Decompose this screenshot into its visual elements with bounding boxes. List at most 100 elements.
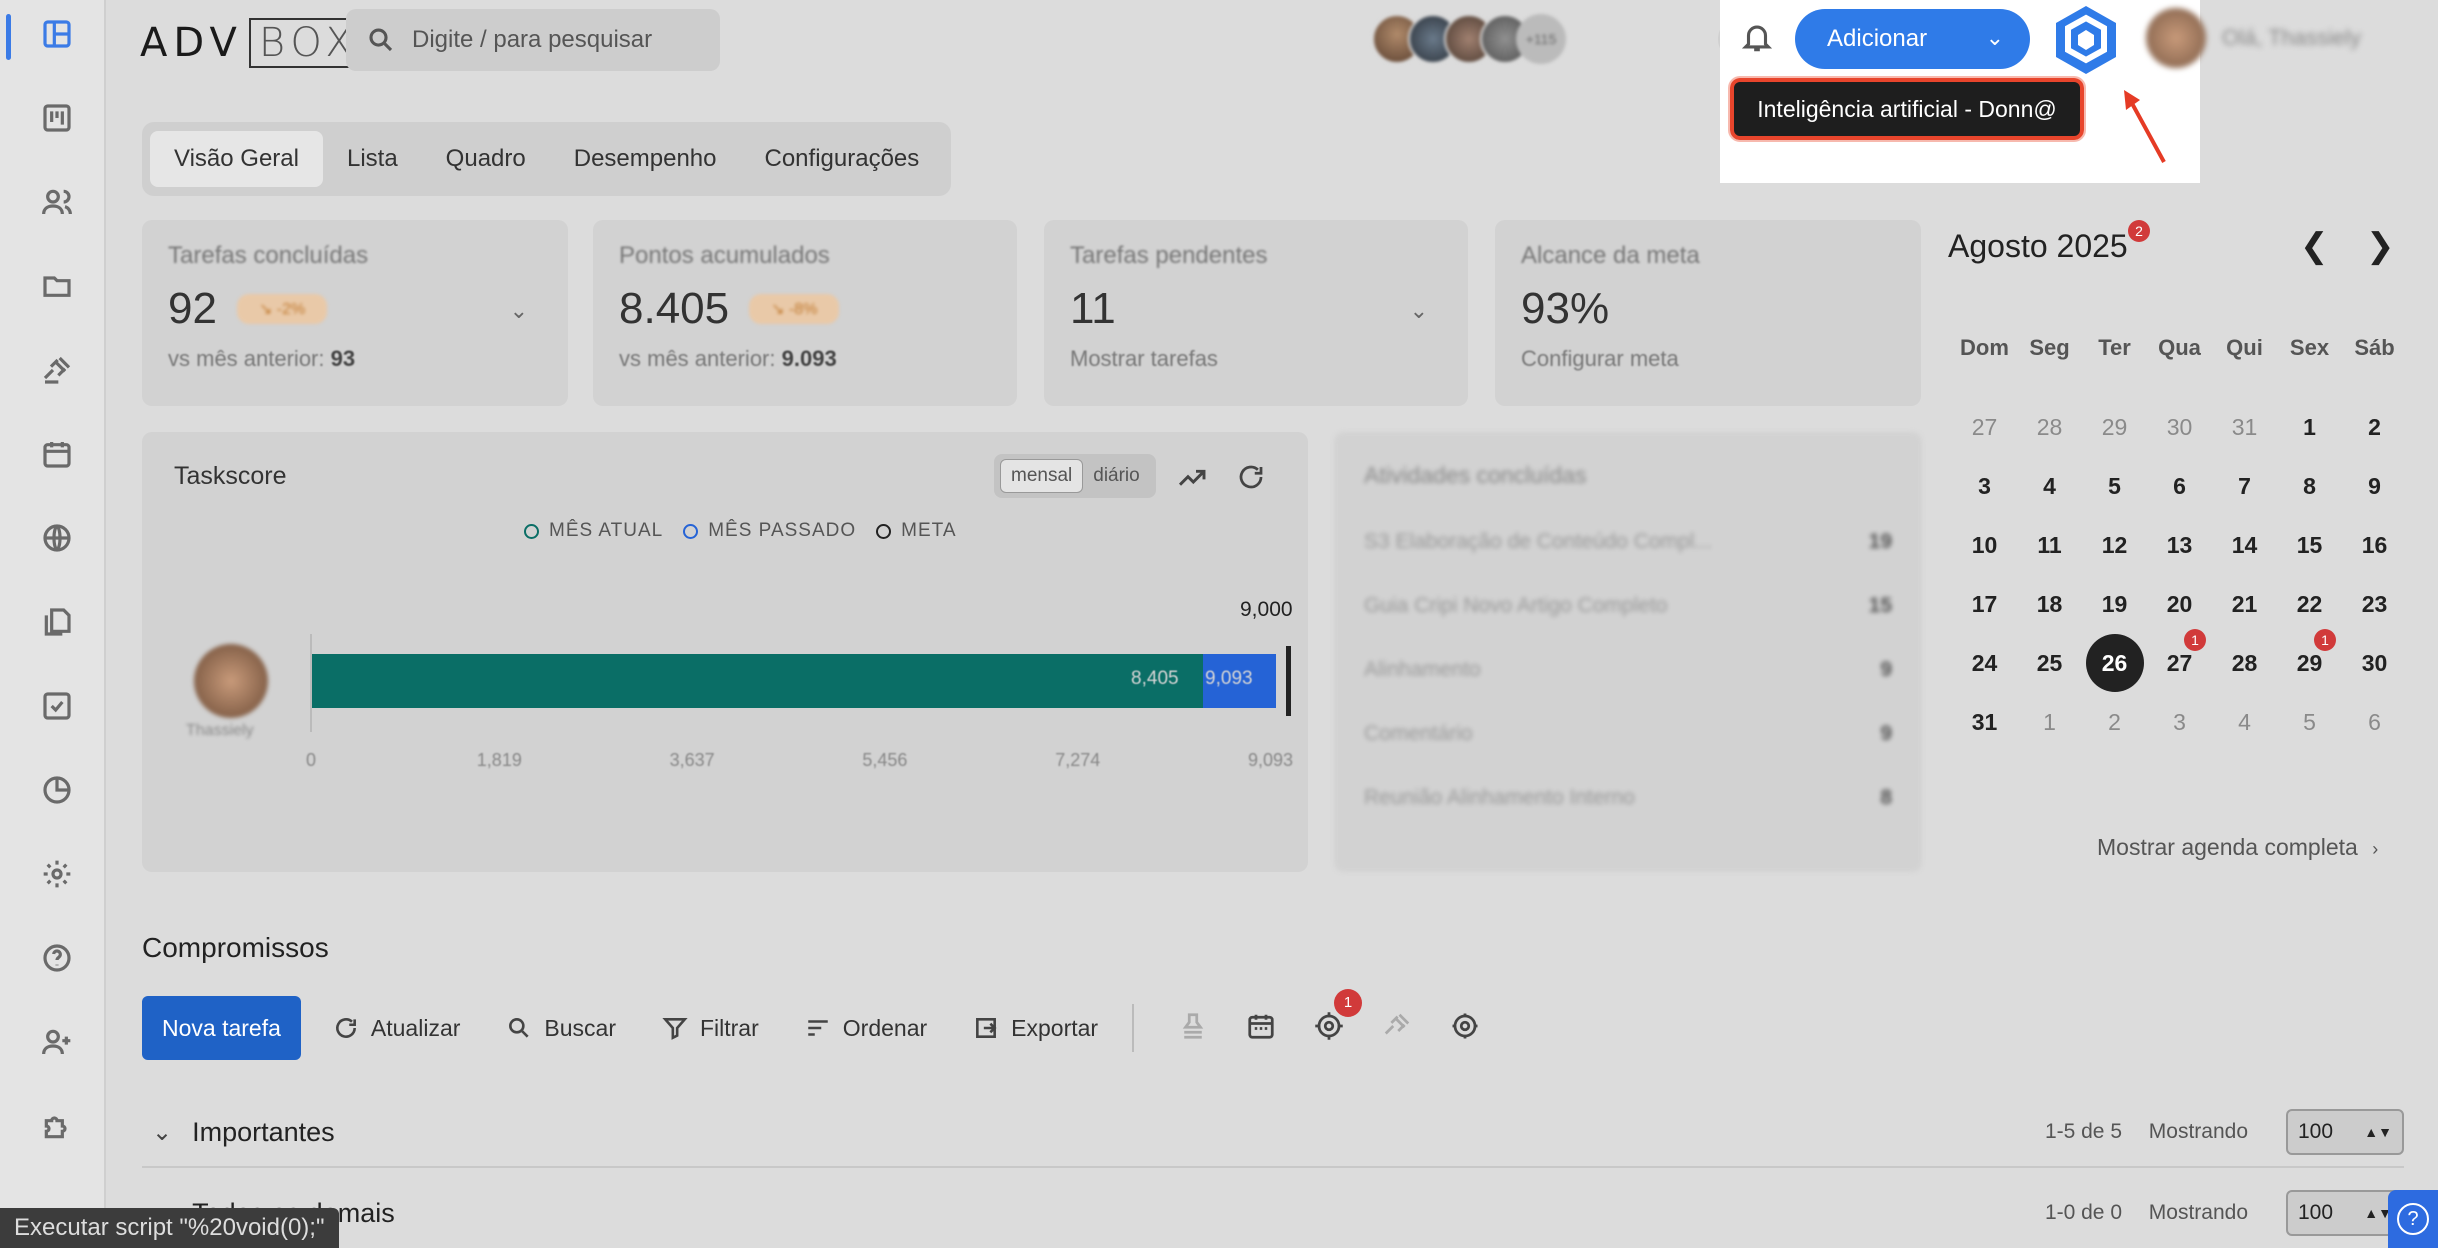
calendar-day[interactable]: 17 (1952, 582, 2017, 626)
calendar-day[interactable]: 19 (2082, 582, 2147, 626)
calendar-day[interactable]: 24 (1952, 641, 2017, 685)
calendar-day[interactable]: 11 (2017, 523, 2082, 567)
calendar-day[interactable]: 27 (1952, 405, 2017, 449)
gavel-filter-button[interactable] (1382, 1011, 1412, 1046)
section-todas-as-demais[interactable]: ⌄ Todas as demais 1-0 de 0 Mostrando 100… (142, 1178, 2404, 1248)
chevron-down-icon[interactable]: ⌄ (510, 298, 528, 324)
calendar-day[interactable]: 30 (2147, 405, 2212, 449)
calendar-day[interactable]: 4 (2212, 700, 2277, 744)
toggle-monthly[interactable]: mensal (1000, 459, 1084, 493)
filter-button[interactable]: Filtrar (662, 1015, 759, 1042)
sidebar-item-reports[interactable] (27, 760, 87, 820)
calendar-day[interactable]: 27 1 (2147, 629, 2212, 685)
calendar-day[interactable]: 25 (2017, 641, 2082, 685)
settings-button[interactable] (1450, 1011, 1480, 1046)
calendar-day[interactable]: 4 (2017, 464, 2082, 508)
calendar-day[interactable]: 2 (2342, 405, 2407, 449)
sort-button[interactable]: Ordenar (805, 1015, 927, 1042)
calendar-day[interactable]: 6 (2342, 700, 2407, 744)
user-menu[interactable]: Olá, Thassiely (2146, 8, 2361, 68)
new-task-button[interactable]: Nova tarefa (142, 996, 301, 1060)
sidebar-item-web[interactable] (27, 508, 87, 568)
sidebar-item-dashboard[interactable] (27, 4, 87, 64)
sidebar-item-documents[interactable] (27, 592, 87, 652)
list-item[interactable]: Reunião Alinhamento Interno 8 (1364, 786, 1892, 810)
tab-quadro[interactable]: Quadro (422, 131, 550, 187)
tab-lista[interactable]: Lista (323, 131, 422, 187)
calendar-day[interactable]: 26 (2082, 634, 2147, 692)
calendar-day[interactable]: 5 (2082, 464, 2147, 508)
chevron-down-icon[interactable]: ⌄ (1410, 298, 1428, 324)
team-avatars[interactable]: +115 (1372, 14, 1566, 64)
calendar-day[interactable]: 3 (2147, 700, 2212, 744)
donna-ai-button[interactable] (2050, 4, 2122, 76)
calendar-day[interactable]: 20 (2147, 582, 2212, 626)
calendar-day[interactable]: 7 (2212, 464, 2277, 508)
sidebar-item-calendar[interactable] (27, 424, 87, 484)
chevron-right-icon[interactable]: ❯ (2366, 226, 2395, 266)
calendar-day[interactable]: 21 (2212, 582, 2277, 626)
calendar-day[interactable]: 28 (2017, 405, 2082, 449)
calendar-day[interactable]: 13 (2147, 523, 2212, 567)
stamp-filter-button[interactable] (1178, 1011, 1208, 1046)
calendar-filter-button[interactable] (1246, 1011, 1276, 1046)
calendar-day[interactable]: 3 (1952, 464, 2017, 508)
sidebar-item-tasks[interactable] (27, 676, 87, 736)
calendar-day[interactable]: 12 (2082, 523, 2147, 567)
sidebar-item-integrations[interactable] (27, 1096, 87, 1156)
calendar-day[interactable]: 18 (2017, 582, 2082, 626)
sidebar-item-board[interactable] (27, 88, 87, 148)
show-tasks-link[interactable]: Mostrar tarefas (1070, 346, 1442, 372)
advbox-logo[interactable]: ADV BOX (140, 18, 369, 68)
refresh-button[interactable]: Atualizar (333, 1015, 460, 1042)
list-item[interactable]: Comentário 9 (1364, 722, 1892, 746)
chevron-left-icon[interactable]: ❮ (2300, 226, 2329, 266)
list-item[interactable]: Guia Cripi Novo Artigo Completo 15 (1364, 594, 1892, 618)
sidebar-item-settings[interactable] (27, 844, 87, 904)
calendar-day[interactable]: 5 (2277, 700, 2342, 744)
calendar-day[interactable]: 28 (2212, 641, 2277, 685)
section-importantes[interactable]: ⌄ Importantes 1-5 de 5 Mostrando 100 ▲▼ (142, 1098, 2404, 1168)
tab-configuracoes[interactable]: Configurações (741, 131, 944, 187)
list-item[interactable]: S3 Elaboração de Conteúdo Compl... 19 (1364, 530, 1892, 554)
search-button[interactable]: Buscar (506, 1015, 616, 1042)
calendar-day[interactable]: 23 (2342, 582, 2407, 626)
configure-goal-link[interactable]: Configurar meta (1521, 346, 1895, 372)
calendar-day[interactable]: 9 (2342, 464, 2407, 508)
show-full-agenda-link[interactable]: Mostrar agenda completa › (2097, 834, 2378, 861)
sidebar-item-help[interactable] (27, 928, 87, 988)
refresh-icon[interactable] (1236, 462, 1266, 499)
calendar-day[interactable]: 6 (2147, 464, 2212, 508)
calendar-day[interactable]: 22 (2277, 582, 2342, 626)
per-page-select[interactable]: 100 ▲▼ (2286, 1190, 2404, 1236)
calendar-day[interactable]: 30 (2342, 641, 2407, 685)
bar-current-month[interactable] (312, 654, 1204, 708)
calendar-day[interactable]: 10 (1952, 523, 2017, 567)
calendar-day[interactable]: 2 (2082, 700, 2147, 744)
sidebar-item-legal[interactable] (27, 340, 87, 400)
calendar-day[interactable]: 15 (2277, 523, 2342, 567)
calendar-day[interactable]: 16 (2342, 523, 2407, 567)
calendar-day[interactable]: 29 (2082, 405, 2147, 449)
per-page-select[interactable]: 100 ▲▼ (2286, 1109, 2404, 1155)
calendar-day[interactable]: 1 (2277, 405, 2342, 449)
calendar-day[interactable]: 31 (1952, 700, 2017, 744)
list-item[interactable]: Alinhamento 9 (1364, 658, 1892, 682)
calendar-day[interactable]: 29 1 (2277, 629, 2342, 685)
sidebar-item-folders[interactable] (27, 256, 87, 316)
help-button[interactable]: ? (2388, 1190, 2438, 1248)
tab-visao-geral[interactable]: Visão Geral (150, 131, 323, 187)
calendar-day[interactable]: 8 (2277, 464, 2342, 508)
trend-icon[interactable] (1176, 462, 1208, 501)
add-button[interactable]: Adicionar ⌄ (1795, 9, 2030, 69)
calendar-day[interactable]: 1 (2017, 700, 2082, 744)
chevron-down-icon[interactable]: ⌄ (152, 1118, 172, 1147)
calendar-day[interactable]: 14 (2212, 523, 2277, 567)
tab-desempenho[interactable]: Desempenho (550, 131, 741, 187)
sidebar-item-invite[interactable] (27, 1012, 87, 1072)
notifications-button[interactable] (1740, 20, 1774, 59)
export-button[interactable]: Exportar (973, 1015, 1098, 1042)
sidebar-item-contacts[interactable] (27, 172, 87, 232)
toggle-daily[interactable]: diário (1083, 460, 1149, 492)
target-filter-button[interactable]: 1 (1314, 988, 1363, 1046)
